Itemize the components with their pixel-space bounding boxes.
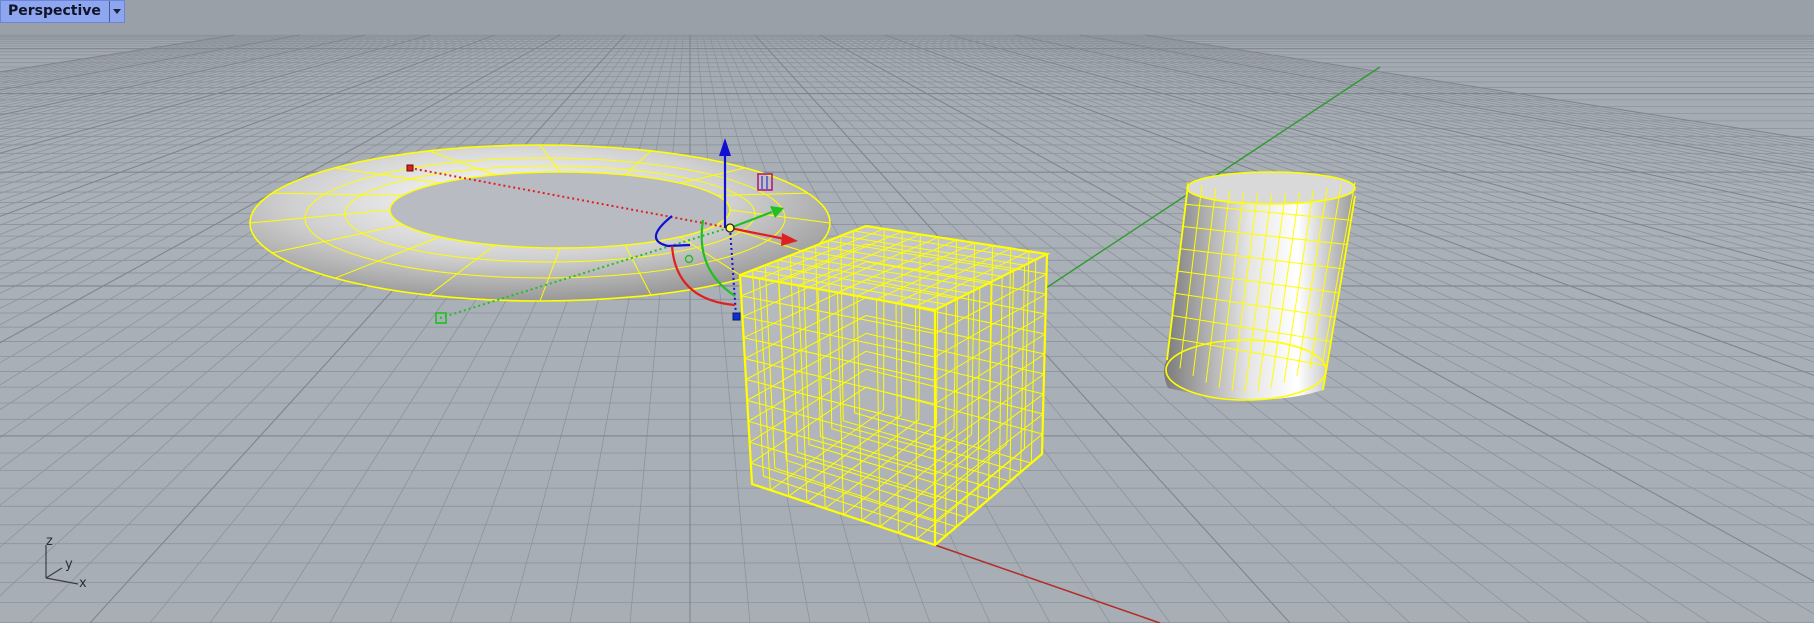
- triad-label-y: y: [65, 557, 73, 572]
- scene-canvas[interactable]: z y x: [0, 0, 1814, 623]
- gumball-z-arrowhead[interactable]: [719, 138, 731, 156]
- chevron-down-icon: [112, 9, 121, 14]
- gumball-x-scale-handle[interactable]: [406, 164, 414, 172]
- perspective-viewport[interactable]: z y x Perspective: [0, 0, 1814, 623]
- cylinder-object[interactable]: [1164, 171, 1356, 401]
- box-object[interactable]: [738, 224, 1051, 547]
- gumball-center-handle[interactable]: [725, 223, 735, 233]
- triad-label-x: x: [79, 576, 87, 591]
- world-x-axis: [934, 544, 1161, 623]
- viewport-title-tab[interactable]: Perspective: [0, 0, 125, 23]
- sky-band: [0, 0, 1814, 35]
- viewport-menu-button[interactable]: [108, 1, 124, 22]
- triad-label-z: z: [46, 534, 53, 549]
- gumball-z-scale-handle[interactable]: [732, 312, 741, 321]
- viewport-title[interactable]: Perspective: [1, 1, 109, 22]
